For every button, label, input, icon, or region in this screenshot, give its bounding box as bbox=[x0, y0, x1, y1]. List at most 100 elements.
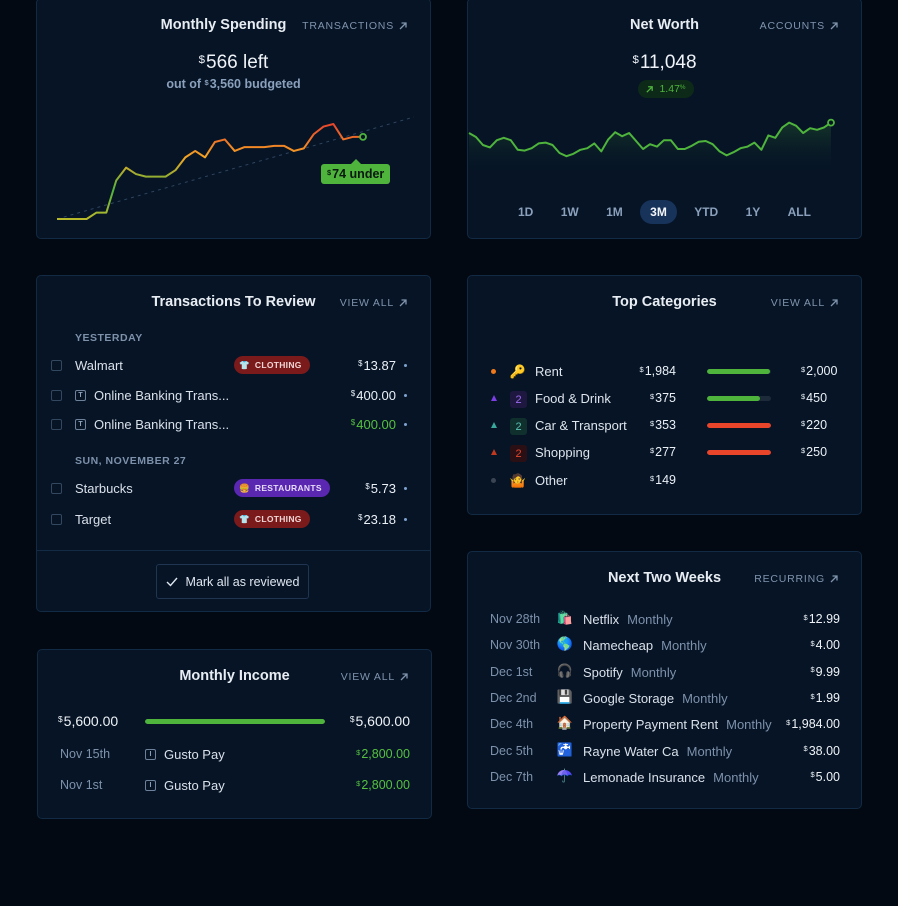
category-spent: $375 bbox=[649, 391, 676, 405]
income-row[interactable]: Nov 15th I Gusto Pay $2,800.00 bbox=[38, 744, 431, 766]
category-progress-fill bbox=[707, 396, 761, 401]
merchant-name: Online Banking Trans... bbox=[94, 416, 230, 432]
mark-all-reviewed-button[interactable]: Mark all as reviewed bbox=[156, 564, 309, 599]
review-checkbox[interactable] bbox=[51, 418, 62, 430]
range-all[interactable]: ALL bbox=[778, 200, 821, 224]
transaction-row[interactable]: Walmart 👕 CLOTHING $13.87 bbox=[37, 353, 430, 377]
category-row[interactable]: 🔑 Rent $1,984 $2,000 bbox=[468, 361, 861, 383]
recurring-frequency: Monthly bbox=[627, 612, 673, 627]
recurring-row[interactable]: Dec 5th 🚰 Rayne Water Ca Monthly $38.00 bbox=[468, 741, 861, 763]
unreviewed-dot bbox=[404, 363, 407, 367]
recurring-amount: $5.00 bbox=[810, 769, 840, 784]
review-checkbox[interactable] bbox=[51, 482, 62, 494]
net-worth-card: Net Worth ACCOUNTS $11,048 1.47% 1D 1W 1M 3… bbox=[467, 0, 862, 239]
time-range-selector: 1D 1W 1M 3M YTD 1Y ALL bbox=[508, 200, 821, 224]
view-all-link[interactable]: VIEW ALL bbox=[340, 297, 408, 309]
card-header: Monthly Income VIEW ALL bbox=[38, 668, 431, 688]
range-1d[interactable]: 1D bbox=[508, 200, 543, 224]
category-tag[interactable]: 👕 CLOTHING bbox=[234, 510, 310, 528]
clothing-icon: 👕 bbox=[239, 359, 250, 370]
range-3m[interactable]: 3M bbox=[640, 200, 677, 224]
top-categories-card: Top Categories VIEW ALL 🔑 Rent $1,984 $2,00… bbox=[467, 275, 862, 515]
range-1m[interactable]: 1M bbox=[596, 200, 633, 224]
income-date: Nov 1st bbox=[60, 778, 103, 792]
unreviewed-dot bbox=[404, 486, 407, 490]
transaction-amount: $5.73 bbox=[365, 480, 396, 496]
recurring-amount: $12.99 bbox=[803, 612, 840, 626]
subcategory-count: 2 bbox=[510, 445, 527, 462]
arrow-up-right-icon bbox=[399, 299, 407, 307]
range-1y[interactable]: 1Y bbox=[736, 200, 771, 224]
globe-icon: 🌎 bbox=[556, 636, 574, 652]
recurring-row[interactable]: Nov 30th 🌎 Namecheap Monthly $4.00 bbox=[468, 635, 861, 657]
recurring-row[interactable]: Dec 2nd 💾 Google Storage Monthly $1.99 bbox=[468, 688, 861, 710]
spending-chart bbox=[56, 116, 415, 220]
merchant-name: Target bbox=[75, 511, 112, 527]
category-spent: $353 bbox=[649, 418, 676, 432]
category-tag[interactable]: 👕 CLOTHING bbox=[234, 356, 310, 374]
category-row[interactable]: 2 Car & Transport $353 $220 bbox=[468, 415, 861, 437]
recurring-frequency: Monthly bbox=[713, 769, 759, 785]
house-icon: 🏠 bbox=[556, 715, 574, 731]
transaction-row[interactable]: Starbucks 🍔 RESTAURANTS $5.73 bbox=[37, 476, 430, 500]
range-1w[interactable]: 1W bbox=[551, 200, 589, 224]
recurring-row[interactable]: Dec 4th 🏠 Property Payment Rent Monthly $1,9… bbox=[468, 714, 861, 736]
recurring-frequency: Monthly bbox=[726, 717, 772, 733]
category-budget: $220 bbox=[801, 418, 828, 432]
checkmark-icon bbox=[166, 577, 178, 587]
headphones-icon: 🎧 bbox=[556, 662, 574, 678]
range-ytd[interactable]: YTD bbox=[684, 200, 728, 224]
category-progress-bar bbox=[707, 396, 771, 401]
recurring-date: Nov 28th bbox=[490, 612, 541, 626]
review-checkbox[interactable] bbox=[51, 359, 62, 371]
unreviewed-dot bbox=[404, 393, 407, 397]
transaction-amount: $13.87 bbox=[358, 357, 396, 373]
merchant-name: Walmart bbox=[75, 357, 123, 373]
card-header: Next Two Weeks RECURRING bbox=[468, 570, 861, 590]
view-all-link[interactable]: VIEW ALL bbox=[771, 297, 839, 309]
umbrella-icon: ☂️ bbox=[556, 767, 574, 783]
button-label: Mark all as reviewed bbox=[185, 574, 300, 589]
income-amount: $2,800.00 bbox=[356, 747, 410, 761]
view-all-link[interactable]: VIEW ALL bbox=[341, 671, 409, 683]
floppy-disk-icon: 💾 bbox=[556, 688, 574, 704]
recurring-name: Netflix Monthly bbox=[583, 612, 673, 627]
recurring-link[interactable]: RECURRING bbox=[754, 573, 839, 585]
recurring-frequency: Monthly bbox=[630, 664, 677, 680]
transaction-row[interactable]: T Online Banking Trans... $400.00 bbox=[37, 412, 430, 436]
next-two-weeks-card: Next Two Weeks RECURRING Nov 28th 🛍️ Netfl… bbox=[467, 551, 862, 809]
income-icon: I bbox=[145, 749, 156, 760]
transaction-name: Starbucks bbox=[75, 481, 133, 496]
recurring-amount: $38.00 bbox=[803, 743, 840, 758]
transaction-amount: $400.00 bbox=[350, 387, 396, 403]
unreviewed-dot bbox=[404, 517, 407, 521]
category-row[interactable]: 2 Food & Drink $375 $450 bbox=[468, 388, 861, 410]
current-point bbox=[827, 118, 835, 127]
review-checkbox[interactable] bbox=[51, 389, 62, 401]
recurring-name: Property Payment Rent Monthly bbox=[583, 717, 772, 733]
arrow-up-right-icon bbox=[830, 575, 838, 583]
recurring-row[interactable]: Nov 28th 🛍️ Netflix Monthly $12.99 bbox=[468, 609, 861, 631]
recurring-date: Dec 1st bbox=[490, 664, 533, 679]
transaction-row[interactable]: T Online Banking Trans... $400.00 bbox=[37, 383, 430, 407]
transaction-name: Target bbox=[75, 512, 111, 527]
recurring-amount: $4.00 bbox=[810, 638, 840, 653]
group-label: YESTERDAY bbox=[75, 332, 143, 344]
spending-line bbox=[57, 123, 363, 220]
review-checkbox[interactable] bbox=[51, 513, 62, 525]
category-progress-fill bbox=[707, 450, 771, 455]
category-row[interactable]: 🤷 Other $149 bbox=[468, 470, 861, 492]
tag-label: RESTAURANTS bbox=[254, 483, 322, 493]
recurring-row[interactable]: Dec 1st 🎧 Spotify Monthly $9.99 bbox=[468, 662, 861, 684]
recurring-row[interactable]: Dec 7th ☂️ Lemonade Insurance Monthly $5.00 bbox=[468, 767, 861, 789]
income-icon: I bbox=[145, 780, 156, 791]
income-name: Gusto Pay bbox=[164, 747, 225, 762]
income-row[interactable]: Nov 1st I Gusto Pay $2,800.00 bbox=[38, 775, 431, 797]
status-dot-icon bbox=[491, 369, 496, 374]
category-name: Other bbox=[535, 473, 568, 488]
category-name: Food & Drink bbox=[535, 391, 611, 406]
category-tag[interactable]: 🍔 RESTAURANTS bbox=[234, 479, 330, 497]
category-row[interactable]: 2 Shopping $277 $250 bbox=[468, 442, 861, 464]
recurring-name: Lemonade Insurance Monthly bbox=[583, 769, 759, 785]
transaction-row[interactable]: Target 👕 CLOTHING $23.18 bbox=[37, 507, 430, 531]
